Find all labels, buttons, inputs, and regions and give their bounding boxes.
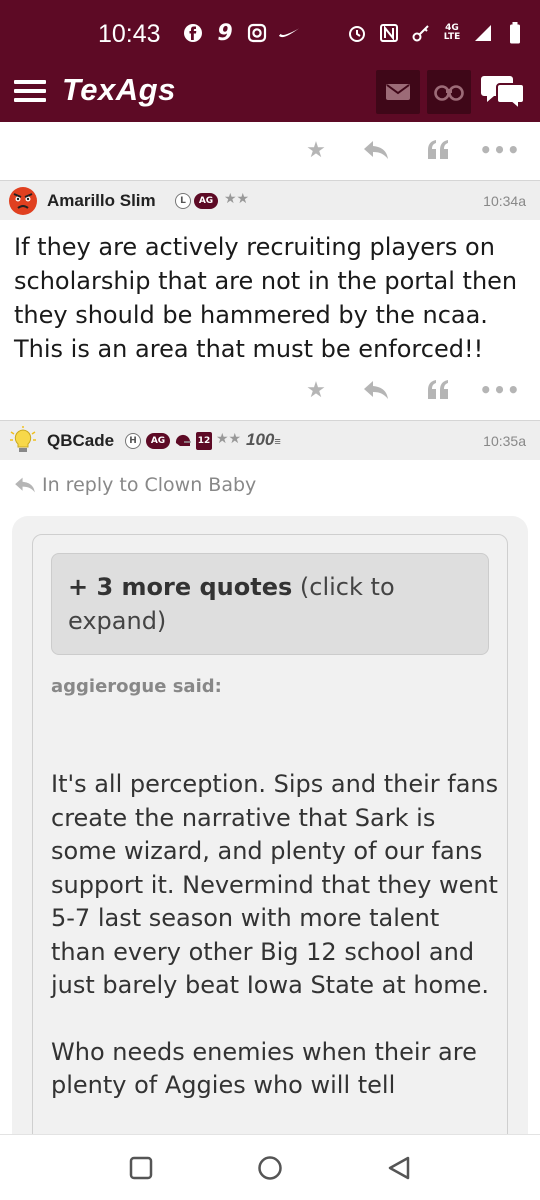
helmet-icon — [174, 433, 192, 449]
badge-ag: AG — [194, 193, 218, 209]
mail-icon — [386, 84, 410, 100]
menu-icon[interactable] — [14, 76, 48, 106]
nfc-icon — [378, 22, 400, 44]
post-time: 10:34a — [483, 193, 526, 209]
top-bar: 10:43 9 4G LTE TexAgs — [0, 0, 540, 122]
more-icon[interactable]: ••• — [479, 138, 519, 162]
username[interactable]: Amarillo Slim — [47, 191, 156, 211]
mail-button[interactable] — [376, 70, 420, 114]
home-icon[interactable] — [255, 1153, 285, 1183]
instagram-icon — [246, 22, 268, 44]
quoted-author: aggierogue said: — [51, 676, 222, 697]
rank-stars: ★★ — [224, 191, 250, 207]
binoculars-icon — [434, 85, 464, 101]
reply-to-link[interactable]: In reply to Clown Baby — [14, 474, 256, 496]
star-icon[interactable]: ★ — [302, 138, 330, 163]
quote-paragraph: It's all perception. Sips and their fans… — [51, 770, 499, 999]
key-icon — [410, 22, 432, 44]
avatar[interactable] — [8, 426, 38, 456]
alarm-icon — [346, 22, 368, 44]
badge-ag: AG — [146, 433, 170, 449]
reply-to-text: In reply to Clown Baby — [42, 474, 257, 496]
badge-h: H — [125, 433, 141, 449]
tag-100: 100≡ — [246, 430, 281, 449]
quote-icon[interactable] — [424, 138, 452, 162]
badge-l: L — [175, 193, 191, 209]
facebook-icon — [182, 22, 204, 44]
screen: 10:43 9 4G LTE TexAgs ★ ••• Amarillo Sli… — [0, 0, 540, 1200]
site-logo[interactable]: TexAgs — [62, 72, 176, 108]
back-icon[interactable] — [384, 1153, 414, 1183]
clock: 10:43 — [98, 20, 161, 48]
chat-button[interactable] — [480, 72, 526, 112]
app-bar: TexAgs — [0, 66, 540, 122]
nine-icon: 9 — [217, 20, 233, 46]
quote-icon[interactable] — [424, 378, 452, 402]
binoculars-button[interactable] — [427, 70, 471, 114]
quote-paragraph: Who needs enemies when their are plenty … — [51, 1037, 477, 1100]
post-header: QBCade H AG 12 ★★ 100≡ 10:35a — [0, 420, 540, 460]
badge-12: 12 — [196, 432, 212, 450]
star-icon[interactable]: ★ — [302, 378, 330, 403]
battery-icon — [504, 22, 526, 44]
signal-icon — [472, 22, 494, 44]
reply-arrow-icon — [15, 477, 35, 493]
recents-icon[interactable] — [126, 1153, 156, 1183]
post-body: If they are actively recruiting players … — [14, 233, 518, 363]
avatar[interactable] — [8, 186, 38, 216]
post-actions: ★ ••• — [0, 366, 540, 414]
expand-quotes-button[interactable]: + 3 more quotes (click to expand) — [51, 553, 489, 655]
reply-icon[interactable] — [362, 138, 390, 162]
username[interactable]: QBCade — [47, 431, 114, 451]
post-time: 10:35a — [483, 433, 526, 449]
system-nav-bar — [0, 1134, 540, 1200]
expand-quotes-label: + 3 more quotes (click to expand) — [68, 573, 395, 635]
chat-icon — [481, 76, 525, 112]
post-header: Amarillo Slim L AG ★★ 10:34a — [0, 180, 540, 220]
more-icon[interactable]: ••• — [479, 378, 519, 402]
reply-icon[interactable] — [362, 378, 390, 402]
status-bar: 10:43 9 4G LTE — [0, 0, 540, 66]
nike-icon — [278, 22, 300, 44]
quote-text: It's all perception. Sips and their fans… — [51, 768, 501, 1136]
network-label: 4G LTE — [443, 23, 461, 42]
post-actions: ★ ••• — [0, 126, 540, 174]
rank-stars: ★★ — [216, 431, 242, 447]
